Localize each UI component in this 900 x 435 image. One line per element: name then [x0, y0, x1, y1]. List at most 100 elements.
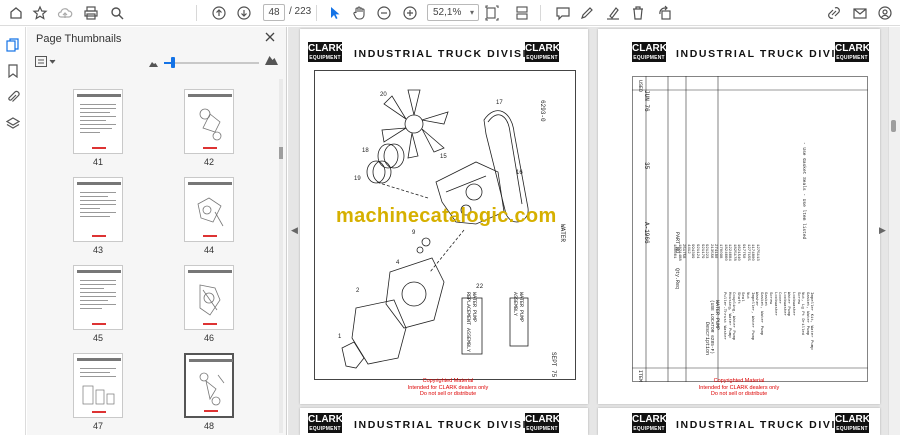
- star-icon[interactable]: [30, 3, 50, 23]
- clark-logo: CLARK EQUIPMENT: [632, 42, 667, 62]
- part-number: 1174800: [750, 244, 755, 261]
- part-number: 1277155: [745, 244, 750, 261]
- callout-assembly: WATER PUMP ASSEMBLY: [512, 292, 524, 323]
- thumbnail-scrollbar[interactable]: [279, 79, 283, 433]
- chevron-down-icon: ▾: [469, 8, 474, 17]
- page-footer-date: SEPT 75: [550, 352, 557, 378]
- part-description: Lockwasher: [791, 292, 795, 317]
- page-down-icon[interactable]: [234, 3, 254, 23]
- part-description: Puller-Thrust Washer: [722, 292, 726, 341]
- thumbnail-page-48[interactable]: [184, 353, 234, 418]
- next-page-arrow-icon[interactable]: ▶: [879, 225, 886, 236]
- thumbnail-page-43[interactable]: [73, 177, 123, 242]
- part-number: 251758: [681, 244, 686, 259]
- user-icon[interactable]: [875, 3, 895, 23]
- header-num: 35: [643, 162, 650, 170]
- page-thumbnails-icon[interactable]: [4, 36, 22, 54]
- used-col: USED: [637, 80, 643, 93]
- part-description: Coupling, Water Pump: [731, 292, 736, 341]
- clark-logo: CLARK EQUIPMENT: [525, 413, 560, 433]
- part-description: Gasket: [763, 292, 768, 307]
- mountain-large-icon: [265, 54, 278, 65]
- main-toolbar: 48 / 223 52,1% ▾: [0, 0, 900, 26]
- group-title: WATER PUMP: [714, 300, 720, 331]
- scroll-mode-icon[interactable]: [512, 3, 532, 23]
- page-number-input[interactable]: 48: [263, 4, 285, 21]
- cloud-upload-icon[interactable]: [55, 3, 75, 23]
- zoom-in-icon[interactable]: [400, 3, 420, 23]
- zoom-select[interactable]: 52,1% ▾: [427, 4, 479, 21]
- qty-col: Qty.Req: [674, 268, 680, 290]
- part-description: Nut, Lg Pt Drilled: [800, 292, 805, 336]
- part-description: Screw: [768, 292, 772, 305]
- part-number: 921179: [699, 244, 704, 259]
- watermark: machinecatalogic.com: [336, 205, 557, 227]
- part-description: Screw: [795, 292, 800, 305]
- thumbnail-page-42[interactable]: [184, 89, 234, 154]
- part-number: 274180: [713, 244, 718, 259]
- panel-title: Page Thumbnails: [36, 33, 122, 45]
- clark-logo: CLARK EQUIPMENT: [835, 42, 870, 62]
- part-description: Cover: [777, 292, 782, 305]
- thumbnail-scrollbar-thumb[interactable]: [279, 147, 283, 159]
- search-icon[interactable]: [107, 3, 127, 23]
- share-icon[interactable]: [824, 3, 844, 23]
- pen-icon[interactable]: [577, 3, 597, 23]
- document-scrollbar-thumb[interactable]: [891, 120, 896, 132]
- clark-logo: CLARK EQUIPMENT: [632, 413, 667, 433]
- highlight-icon[interactable]: [603, 3, 623, 23]
- slider-handle[interactable]: [171, 57, 175, 68]
- thumbnail-page-46[interactable]: [184, 265, 234, 330]
- copyright-notice: Copyrighted Material Intended for CLARK …: [407, 378, 489, 397]
- zoom-value: 52,1%: [433, 7, 462, 18]
- division-title: INDUSTRIAL TRUCK DIVISION: [354, 48, 547, 60]
- svg-text:17: 17: [496, 100, 503, 106]
- svg-text:1: 1: [338, 334, 342, 340]
- note: - Use Gasket Seals - Use ltem listed: [801, 142, 806, 240]
- svg-text:19: 19: [354, 176, 361, 182]
- print-icon[interactable]: [81, 3, 101, 23]
- thumbnail-page-47[interactable]: [73, 353, 123, 418]
- page-up-icon[interactable]: [209, 3, 229, 23]
- part-number: 917750: [741, 244, 745, 259]
- thumbnail-page-45[interactable]: [73, 265, 123, 330]
- email-icon[interactable]: [850, 3, 870, 23]
- bookmark-icon[interactable]: [4, 62, 22, 80]
- left-nav-rail: [0, 27, 26, 435]
- cursor-icon[interactable]: [325, 3, 345, 23]
- group-sub: (USE LOCATOR 6285-F): [709, 300, 714, 355]
- thumbnail-label: 48: [203, 421, 214, 431]
- copyright-notice: Copyrighted Material Intended for CLARK …: [698, 378, 780, 397]
- thumbnail-page-44[interactable]: [184, 177, 234, 242]
- hand-icon[interactable]: [349, 3, 369, 23]
- options-menu-icon[interactable]: [35, 56, 57, 68]
- part-number: 170098: [718, 244, 722, 259]
- close-icon[interactable]: [263, 30, 277, 44]
- thumbnail-page-41[interactable]: [73, 89, 123, 154]
- thumbnail-size-slider[interactable]: [164, 62, 259, 64]
- zoom-out-icon[interactable]: [374, 3, 394, 23]
- parts-description-column: Puller-Thrust Washer Housing, Water Pump C…: [722, 292, 813, 350]
- comment-icon[interactable]: [553, 3, 573, 23]
- callout-replacement: WATER PUMP REPLACEMENT ASSEMBLY: [465, 292, 477, 353]
- delete-icon[interactable]: [628, 3, 648, 23]
- part-number: 180661: [672, 244, 676, 259]
- layers-icon[interactable]: [4, 115, 22, 133]
- svg-text:15: 15: [440, 154, 447, 160]
- previous-page-arrow-icon[interactable]: ◀: [291, 225, 298, 236]
- part-number: 1275113: [754, 244, 759, 261]
- thumbnail-label: 44: [203, 245, 214, 255]
- attachment-icon[interactable]: [4, 88, 22, 106]
- part-description: Impeller, Water Pump: [749, 292, 754, 341]
- home-icon[interactable]: [6, 3, 26, 23]
- figure-number: 6293-0: [539, 100, 546, 122]
- svg-text:20: 20: [380, 92, 387, 98]
- page-fit-icon[interactable]: [482, 3, 502, 23]
- division-title: INDUSTRIAL TRUCK DIVISION: [354, 419, 547, 431]
- svg-text:9: 9: [412, 230, 416, 236]
- thumbnail-list: 41 42 43 44 45 46 47 48: [27, 77, 277, 435]
- svg-text:16: 16: [516, 170, 523, 176]
- thumbnail-label: 41: [92, 157, 103, 167]
- rotate-icon[interactable]: [655, 3, 675, 23]
- document-scrollbar[interactable]: [888, 27, 900, 435]
